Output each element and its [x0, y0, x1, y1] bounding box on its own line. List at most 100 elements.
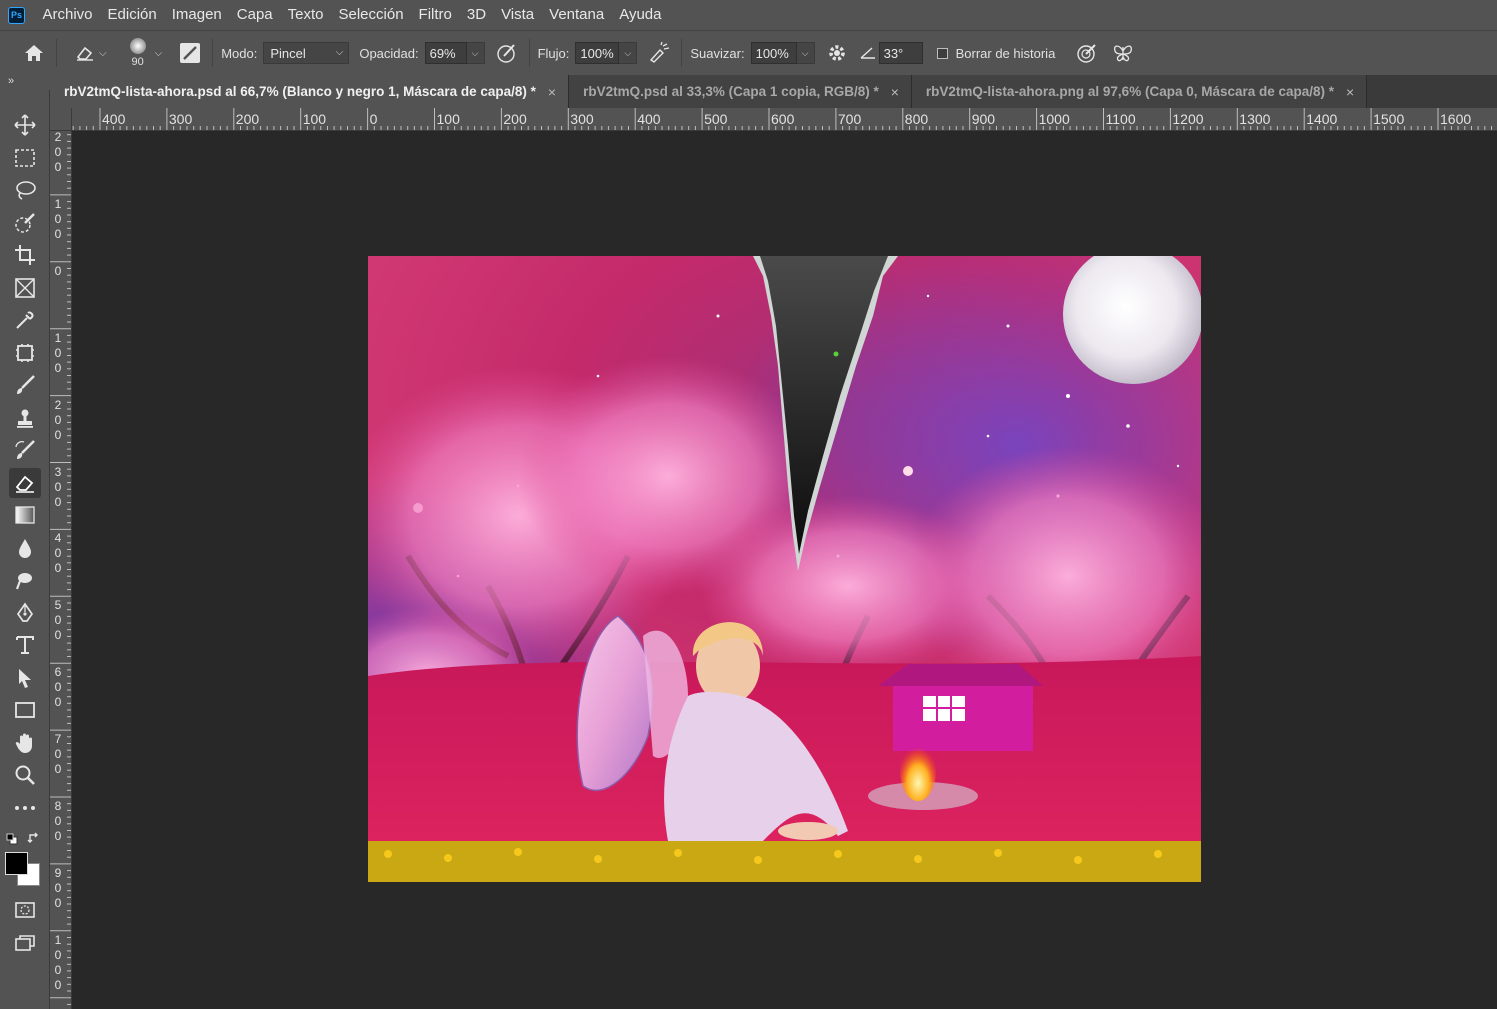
tab-label: rbV2tmQ-lista-ahora.psd al 66,7% (Blanco…: [64, 84, 536, 99]
gear-icon[interactable]: [823, 39, 851, 67]
type-tool-icon[interactable]: [9, 630, 41, 660]
vertical-ruler[interactable]: 2 0 0 1 0 0 0 1 0 0 2 0 0 3 0 0 4 0 0 5 0 0 6 0 …: [50, 131, 72, 1009]
angle-icon: [857, 39, 879, 67]
opacity-dropdown[interactable]: ⌵: [466, 42, 485, 64]
hand-tool-icon[interactable]: [9, 728, 41, 758]
tab-document-1[interactable]: rbV2tmQ-lista-ahora.psd al 66,7% (Blanco…: [50, 75, 570, 108]
tab-label: rbV2tmQ-lista-ahora.png al 97,6% (Capa 0…: [925, 84, 1335, 99]
flow-value: 100%: [580, 45, 614, 61]
eraser-tool-icon[interactable]: [9, 468, 41, 498]
foreground-color-swatch[interactable]: [5, 852, 28, 875]
ruler-tick-label: 5 0 0: [54, 598, 62, 643]
clone-stamp-tool-icon[interactable]: [9, 403, 41, 433]
brush-size-value: 90: [131, 56, 144, 68]
menu-item[interactable]: Edición: [100, 0, 164, 30]
flow-input[interactable]: 100%: [575, 42, 620, 64]
ruler-tick-label: 200: [503, 111, 527, 127]
brush-size-picker[interactable]: 90: [125, 38, 151, 68]
history-brush-tool-icon[interactable]: [9, 435, 41, 465]
fantasy-artwork: [368, 256, 1201, 882]
horizontal-ruler[interactable]: 400 300 200 100 0 100 200 300 400 500 600 700 800 900…: [72, 108, 1497, 131]
quick-selection-tool-icon[interactable]: [9, 208, 41, 238]
ruler-tick-label: 1100: [1105, 111, 1136, 127]
blur-tool-icon[interactable]: [9, 533, 41, 563]
airbrush-icon[interactable]: [645, 39, 673, 67]
close-icon[interactable]: ×: [891, 84, 899, 100]
menu-item[interactable]: 3D: [459, 0, 493, 30]
menu-item[interactable]: Archivo: [35, 0, 100, 30]
menu-item[interactable]: Capa: [229, 0, 280, 30]
ruler-tick-label: 900: [971, 111, 996, 127]
dodge-tool-icon[interactable]: [9, 565, 41, 595]
menu-item[interactable]: Filtro: [411, 0, 459, 30]
pressure-opacity-icon[interactable]: [493, 39, 521, 67]
swap-colors-icon[interactable]: [27, 831, 41, 845]
eraser-tool-preset-icon[interactable]: [71, 39, 99, 67]
screen-mode-icon[interactable]: [9, 928, 41, 958]
artwork-image[interactable]: [368, 256, 1201, 882]
chevron-down-icon[interactable]: ⌵: [155, 48, 163, 59]
menu-item[interactable]: Imagen: [164, 0, 229, 30]
ruler-tick-label: 200: [235, 111, 260, 127]
smoothing-dropdown[interactable]: ⌵: [796, 42, 815, 64]
rectangle-tool-icon[interactable]: [9, 695, 41, 725]
brush-tip-icon: [129, 38, 146, 54]
opacity-value: 69%: [429, 45, 456, 61]
crop-tool-icon[interactable]: [9, 240, 41, 270]
ruler-tick-label: 600: [771, 111, 795, 127]
spot-healing-tool-icon[interactable]: [9, 338, 41, 368]
chevron-down-icon: ⌵: [335, 47, 344, 58]
ruler-tick-label: 1500: [1373, 111, 1405, 127]
chevron-down-icon[interactable]: ⌵: [99, 48, 107, 59]
ruler-tick-label: 3 0 0: [54, 464, 62, 509]
pressure-size-icon[interactable]: [1073, 39, 1101, 67]
ruler-tick-label: 1400: [1306, 111, 1338, 127]
symmetry-butterfly-icon[interactable]: [1109, 39, 1137, 67]
ruler-origin[interactable]: [50, 108, 72, 131]
menu-item[interactable]: Texto: [280, 0, 331, 30]
flow-dropdown[interactable]: ⌵: [619, 42, 638, 64]
menu-item[interactable]: Selección: [331, 0, 411, 30]
photoshop-logo-icon[interactable]: Ps: [8, 6, 25, 24]
gradient-tool-icon[interactable]: [9, 500, 41, 530]
more-tools-icon[interactable]: [9, 793, 41, 823]
close-icon[interactable]: ×: [548, 84, 556, 100]
tab-document-3[interactable]: rbV2tmQ-lista-ahora.png al 97,6% (Capa 0…: [911, 75, 1368, 108]
quick-mask-icon[interactable]: [9, 895, 41, 925]
angle-input[interactable]: 33°: [878, 42, 923, 64]
ruler-tick-label: 7 0 0: [54, 732, 62, 777]
double-chevron-icon: »: [8, 75, 15, 87]
menu-item[interactable]: Ventana: [542, 0, 612, 30]
home-icon[interactable]: [20, 39, 48, 67]
close-icon[interactable]: ×: [1346, 84, 1354, 100]
opacity-input[interactable]: 69%: [424, 42, 467, 64]
ruler-tick-label: 1 0 0: [54, 330, 62, 375]
smoothing-input[interactable]: 100%: [750, 42, 797, 64]
zoom-tool-icon[interactable]: [9, 760, 41, 790]
ruler-tick-label: 300: [570, 111, 594, 127]
brush-settings-panel-icon[interactable]: [176, 39, 204, 67]
lasso-tool-icon[interactable]: [9, 175, 41, 205]
brush-tool-icon[interactable]: [9, 370, 41, 400]
path-selection-tool-icon[interactable]: [9, 663, 41, 693]
ruler-tick-label: 1000: [1038, 111, 1070, 127]
eyedropper-tool-icon[interactable]: [9, 305, 41, 335]
ruler-tick-label: 0: [369, 111, 378, 127]
toolbar-collapse-toggle[interactable]: »: [0, 75, 50, 90]
mode-select[interactable]: Pincel ⌵: [263, 42, 350, 64]
pen-tool-icon[interactable]: [9, 598, 41, 628]
menu-bar: Ps Archivo Edición Imagen Capa Texto Selecció…: [0, 0, 1497, 30]
tab-document-2[interactable]: rbV2tmQ.psd al 33,3% (Capa 1 copia, RGB/…: [569, 75, 912, 108]
ruler-tick-label: 1600: [1440, 111, 1472, 127]
ruler-tick-label: 500: [704, 111, 728, 127]
checkbox-box[interactable]: [936, 47, 948, 59]
erase-history-checkbox[interactable]: Borrar de historia: [936, 46, 1055, 61]
document-canvas[interactable]: [72, 131, 1497, 1009]
frame-tool-icon[interactable]: [9, 273, 41, 303]
move-tool-icon[interactable]: [9, 110, 41, 140]
photoshop-window: { "menu": ["Archivo", "Edición", "Imagen…: [0, 0, 1497, 1009]
marquee-tool-icon[interactable]: [9, 143, 41, 173]
menu-item[interactable]: Ayuda: [612, 0, 669, 30]
menu-item[interactable]: Vista: [494, 0, 542, 30]
default-colors-icon[interactable]: [6, 832, 18, 845]
